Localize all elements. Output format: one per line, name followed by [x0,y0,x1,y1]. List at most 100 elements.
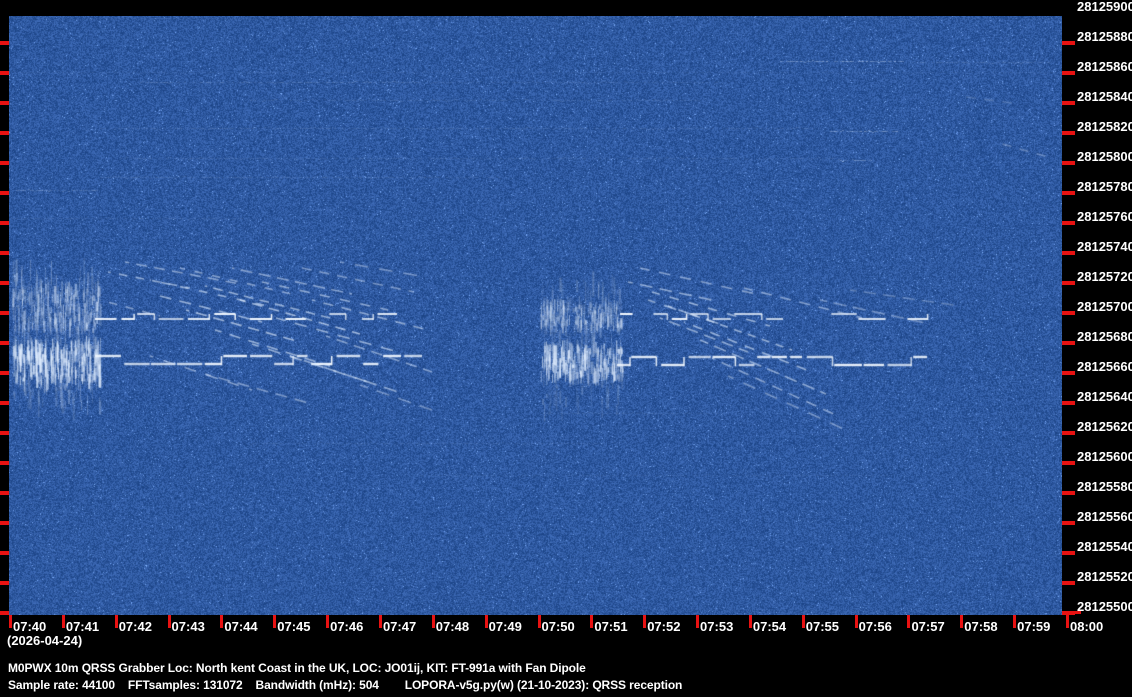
freq-tick-left [0,191,9,195]
time-label: 07:45 [277,619,311,634]
freq-label: 28125640 [1077,389,1132,404]
freq-tick-left [0,161,9,165]
time-label: 07:53 [700,619,734,634]
freq-tick-right [1062,71,1075,75]
time-label: 07:46 [330,619,364,634]
time-label: 07:50 [541,619,575,634]
freq-tick-left [0,401,9,405]
freq-tick-left [0,521,9,525]
freq-tick-left [0,611,9,615]
time-label: 07:52 [647,619,681,634]
freq-label: 28125840 [1077,89,1132,104]
freq-label: 28125660 [1077,359,1132,374]
freq-label: 28125620 [1077,419,1132,434]
time-tick-arm [1066,611,1081,614]
time-tick [114,615,118,628]
time-label: 07:40 [13,619,47,634]
freq-label: 28125860 [1077,59,1132,74]
freq-tick-right [1062,131,1075,135]
date-label: (2026-04-24) [7,633,83,648]
time-label: 07:49 [488,619,522,634]
time-label: 07:57 [911,619,945,634]
station-info-line: M0PWX 10m QRSS Grabber Loc: North kent C… [8,661,586,675]
time-tick [273,615,277,628]
freq-tick-right [1062,551,1075,555]
freq-label: 28125800 [1077,149,1132,164]
capture-settings-line: Sample rate: 44100 FFTsamples: 131072 Ba… [8,678,683,692]
time-tick [9,615,12,628]
time-tick [854,615,858,628]
time-label: 07:58 [964,619,998,634]
freq-tick-right [1062,341,1075,345]
time-tick [801,615,805,628]
time-tick [643,615,647,628]
freq-label: 28125740 [1077,239,1132,254]
freq-tick-left [0,281,9,285]
freq-tick-right [1062,191,1075,195]
freq-label: 28125880 [1077,29,1132,44]
time-label: 07:48 [435,619,470,634]
qrss-grabber-window: 28125900 28125880 28125860 28125840 28125820… [0,0,1132,697]
time-label: 07:43 [171,619,205,634]
freq-tick-right [1062,521,1075,525]
freq-tick-left [0,431,9,435]
time-tick [484,615,488,628]
freq-tick-right [1062,251,1075,255]
time-label: 07:51 [594,619,628,634]
freq-tick-right [1062,461,1075,465]
freq-label: 28125900 [1077,0,1132,14]
freq-tick-right [1062,41,1075,45]
freq-tick-left [0,311,9,315]
freq-tick-left [0,371,9,375]
freq-tick-right [1062,311,1075,315]
freq-tick-right [1062,581,1075,585]
freq-label: 28125500 [1077,599,1132,614]
time-tick [378,615,382,628]
time-tick [907,615,911,628]
freq-tick-left [0,71,9,75]
time-label: 07:56 [858,619,892,634]
time-tick [220,615,224,628]
spectrogram-canvas [9,16,1062,615]
freq-label: 28125580 [1077,479,1132,494]
freq-tick-right [1062,371,1075,375]
time-tick [748,615,752,628]
time-tick [1013,615,1017,628]
freq-tick-left [0,551,9,555]
time-tick [696,615,700,628]
freq-tick-right [1062,431,1075,435]
freq-label: 28125680 [1077,329,1132,344]
freq-tick-right [1062,221,1075,225]
freq-tick-left [0,221,9,225]
freq-tick-left [0,491,9,495]
freq-tick-left [0,101,9,105]
freq-tick-left [0,131,9,135]
freq-label: 28125720 [1077,269,1132,284]
freq-tick-left [0,341,9,345]
freq-tick-right [1062,281,1075,285]
freq-label: 28125520 [1077,569,1132,584]
freq-label: 28125560 [1077,509,1132,524]
freq-label: 28125780 [1077,179,1132,194]
freq-tick-right [1062,161,1075,165]
freq-tick-right [1062,491,1075,495]
freq-label: 28125540 [1077,539,1132,554]
freq-label: 28125760 [1077,209,1132,224]
time-tick [326,615,330,628]
time-tick [590,615,594,628]
time-tick [167,615,171,628]
time-label: 07:44 [224,619,258,634]
freq-label: 28125700 [1077,299,1132,314]
time-tick [431,615,435,628]
time-label: 08:00 [1070,619,1104,634]
freq-tick-right [1062,101,1075,105]
freq-tick-left [0,581,9,585]
freq-tick-left [0,461,9,465]
time-tick [61,615,65,628]
time-label: 07:42 [118,619,152,634]
freq-label: 28125600 [1077,449,1132,464]
time-label: 07:55 [805,619,839,634]
time-tick [960,615,964,628]
freq-tick-left [0,41,9,45]
time-label: 07:41 [65,619,100,634]
